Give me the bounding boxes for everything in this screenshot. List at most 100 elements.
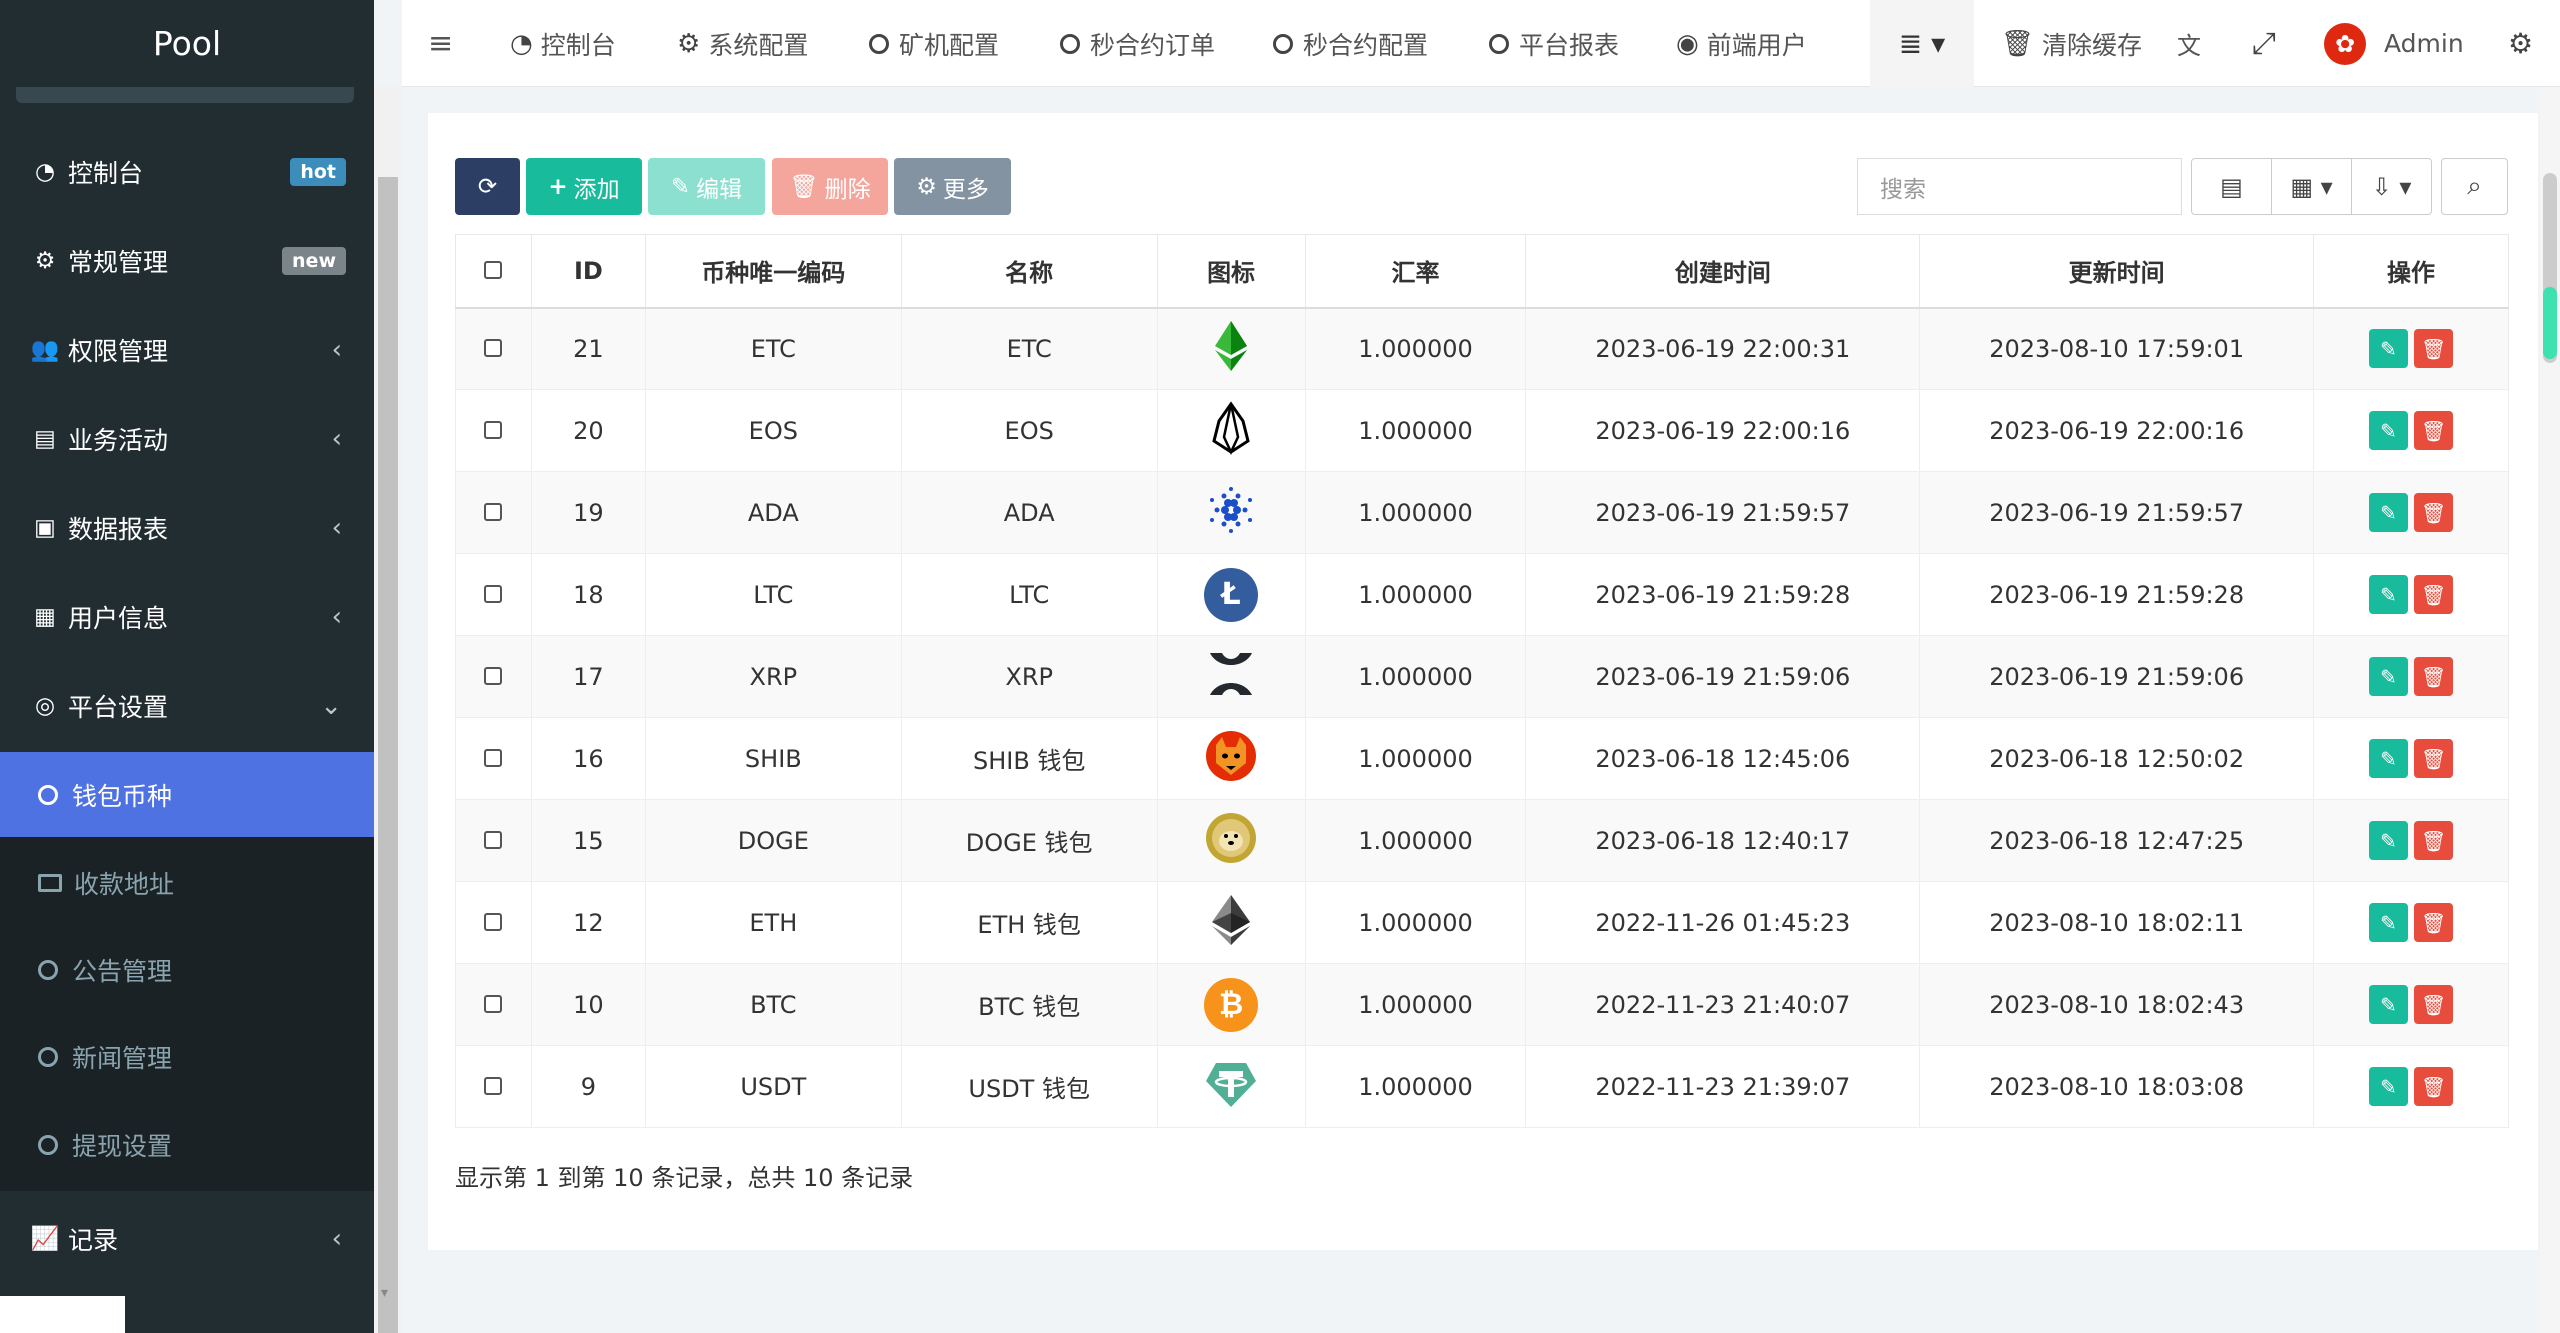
table-row[interactable]: 15 DOGE DOGE 钱包 1.000000 2023-06-18 12:4… [455, 799, 2509, 882]
tab-system-config[interactable]: ⚙ 系统配置 [677, 0, 808, 87]
table-row[interactable]: 20 EOS EOS 1.000000 2023-06-19 22:00:16 … [455, 389, 2509, 472]
menu-toggle-button[interactable]: ≡ [428, 0, 453, 87]
cell-created: 2023-06-18 12:45:06 [1525, 717, 1921, 800]
cell-icon: ₿ [1156, 963, 1306, 1046]
page-scrollbar[interactable] [2540, 87, 2560, 1333]
tab-miner-config[interactable]: 矿机配置 [869, 0, 999, 87]
column-header[interactable]: 汇率 [1304, 234, 1527, 309]
row-checkbox[interactable] [484, 748, 503, 767]
sidebar-item-activities[interactable]: ▤ 业务活动 ‹ [0, 394, 374, 483]
tab-contract-orders[interactable]: 秒合约订单 [1060, 0, 1215, 87]
delete-button[interactable]: 🗑 删除 [772, 158, 888, 215]
sidebar-item-label: 公告管理 [72, 956, 173, 986]
row-delete-button[interactable]: 🗑 [2414, 493, 2454, 532]
row-checkbox[interactable] [484, 1076, 503, 1095]
column-header[interactable]: 名称 [900, 234, 1158, 309]
sidebar-item-news[interactable]: 新闻管理 [0, 1014, 374, 1099]
row-checkbox[interactable] [484, 666, 503, 685]
row-delete-button[interactable]: 🗑 [2414, 575, 2454, 614]
scroll-down-arrow-icon[interactable]: ▾ [381, 1285, 388, 1301]
row-delete-button[interactable]: 🗑 [2414, 821, 2454, 860]
column-header[interactable]: ID [530, 234, 646, 309]
row-edit-button[interactable]: ✎ [2369, 821, 2409, 860]
row-checkbox[interactable] [484, 994, 503, 1013]
column-header[interactable]: 创建时间 [1525, 234, 1921, 309]
row-delete-button[interactable]: 🗑 [2414, 739, 2454, 778]
row-edit-button[interactable]: ✎ [2369, 903, 2409, 942]
table-row[interactable]: 18 LTC LTC Ł 1.000000 2023-06-19 21:59:2… [455, 553, 2509, 636]
toggle-view-button[interactable]: ▤ [2192, 159, 2272, 214]
cell-code: ETH [644, 881, 902, 964]
row-checkbox[interactable] [484, 912, 503, 931]
row-delete-button[interactable]: 🗑 [2414, 985, 2454, 1024]
sidebar-item-dashboard[interactable]: ◔ 控制台 hot [0, 127, 374, 216]
sidebar-item-withdraw-settings[interactable]: 提现设置 [0, 1102, 374, 1187]
column-header[interactable]: 图标 [1156, 234, 1306, 309]
sidebar-item-wallet-coins[interactable]: 钱包币种 [0, 752, 374, 837]
table-row[interactable]: 17 XRP XRP 1.000000 2023-06-19 21:59:06 … [455, 635, 2509, 718]
more-button[interactable]: ⚙ 更多 [894, 158, 1011, 215]
sidebar-search[interactable] [16, 87, 354, 103]
sidebar-scrollbar[interactable]: ▾ [374, 87, 402, 1333]
brand-logo[interactable]: Pool [0, 0, 374, 87]
sidebar-item-permissions[interactable]: 👥 权限管理 ‹ [0, 305, 374, 394]
row-edit-button[interactable]: ✎ [2369, 329, 2409, 369]
list-dropdown-button[interactable]: ≣ ▾ [1870, 0, 1974, 87]
table-row[interactable]: 10 BTC BTC 钱包 ₿ 1.000000 2022-11-23 21:4… [455, 963, 2509, 1046]
row-edit-button[interactable]: ✎ [2369, 985, 2409, 1024]
row-edit-button[interactable]: ✎ [2369, 739, 2409, 778]
cell-id: 19 [530, 471, 646, 554]
tab-contract-config[interactable]: 秒合约配置 [1273, 0, 1428, 87]
clear-cache-button[interactable]: 🗑 清除缓存 [2001, 0, 2142, 87]
row-edit-button[interactable]: ✎ [2369, 493, 2409, 532]
column-header[interactable]: 操作 [2313, 234, 2509, 309]
row-checkbox[interactable] [484, 584, 503, 603]
row-checkbox[interactable] [484, 420, 503, 439]
scrollbar-thumb[interactable] [378, 177, 398, 1333]
refresh-button[interactable]: ⟳ [455, 158, 520, 215]
row-checkbox[interactable] [484, 830, 503, 849]
column-header[interactable]: 币种唯一编码 [644, 234, 902, 309]
sidebar-item-general[interactable]: ⚙ 常规管理 new [0, 216, 374, 305]
translate-icon[interactable]: 文 [2177, 0, 2201, 87]
search-button[interactable]: ⌕ [2441, 158, 2508, 215]
row-edit-button[interactable]: ✎ [2369, 1067, 2409, 1106]
column-header[interactable]: 更新时间 [1919, 234, 2315, 309]
select-all-checkbox[interactable] [484, 260, 503, 279]
row-edit-button[interactable]: ✎ [2369, 657, 2409, 696]
tab-frontend-users[interactable]: ◉ 前端用户 [1676, 0, 1807, 87]
row-checkbox[interactable] [484, 338, 503, 357]
row-checkbox[interactable] [484, 502, 503, 521]
cell-name: USDT 钱包 [900, 1045, 1158, 1128]
row-delete-button[interactable]: 🗑 [2414, 657, 2454, 696]
sidebar-item-reports[interactable]: ▣ 数据报表 ‹ [0, 483, 374, 572]
row-edit-button[interactable]: ✎ [2369, 575, 2409, 614]
table-row[interactable]: 12 ETH ETH 钱包 1.000000 2022-11-26 01:45:… [455, 881, 2509, 964]
tab-platform-reports[interactable]: 平台报表 [1489, 0, 1619, 87]
cell-code: SHIB [644, 717, 902, 800]
table-row[interactable]: 21 ETC ETC 1.000000 2023-06-19 22:00:31 … [455, 307, 2509, 390]
user-menu[interactable]: ✿ Admin [2324, 0, 2464, 87]
table-row[interactable]: 19 ADA ADA 1.000000 2023-06-19 21:59:57 … [455, 471, 2509, 554]
fullscreen-icon[interactable]: ⤢ [2252, 0, 2276, 87]
table-row[interactable]: 16 SHIB SHIB 钱包 1.000000 2023-06-18 12:4… [455, 717, 2509, 800]
edit-button[interactable]: ✎ 编辑 [648, 158, 765, 215]
sidebar-item-receive-address[interactable]: 收款地址 [0, 840, 374, 925]
sidebar-item-records[interactable]: 📈 记录 ‹ [0, 1194, 374, 1283]
sidebar-item-announcements[interactable]: 公告管理 [0, 927, 374, 1012]
row-delete-button[interactable]: 🗑 [2414, 329, 2454, 369]
row-delete-button[interactable]: 🗑 [2414, 411, 2454, 450]
settings-icon[interactable]: ⚙ [2508, 0, 2533, 87]
sidebar-item-userinfo[interactable]: ▦ 用户信息 ‹ [0, 572, 374, 661]
row-delete-button[interactable]: 🗑 [2414, 1067, 2454, 1106]
sidebar-item-platform-settings[interactable]: ◎ 平台设置 ⌄ [0, 661, 374, 750]
table-row[interactable]: 9 USDT USDT 钱包 1.000000 2022-11-23 21:39… [455, 1045, 2509, 1128]
search-input[interactable]: 搜索 [1857, 158, 2182, 215]
row-edit-button[interactable]: ✎ [2369, 411, 2409, 450]
add-button[interactable]: + 添加 [526, 158, 642, 215]
row-delete-button[interactable]: 🗑 [2414, 903, 2454, 942]
cell-rate: 1.000000 [1304, 307, 1527, 390]
export-dropdown-button[interactable]: ⇩ ▾ [2352, 159, 2431, 214]
tab-dashboard[interactable]: ◔ 控制台 [510, 0, 616, 87]
columns-dropdown-button[interactable]: ▦ ▾ [2272, 159, 2352, 214]
